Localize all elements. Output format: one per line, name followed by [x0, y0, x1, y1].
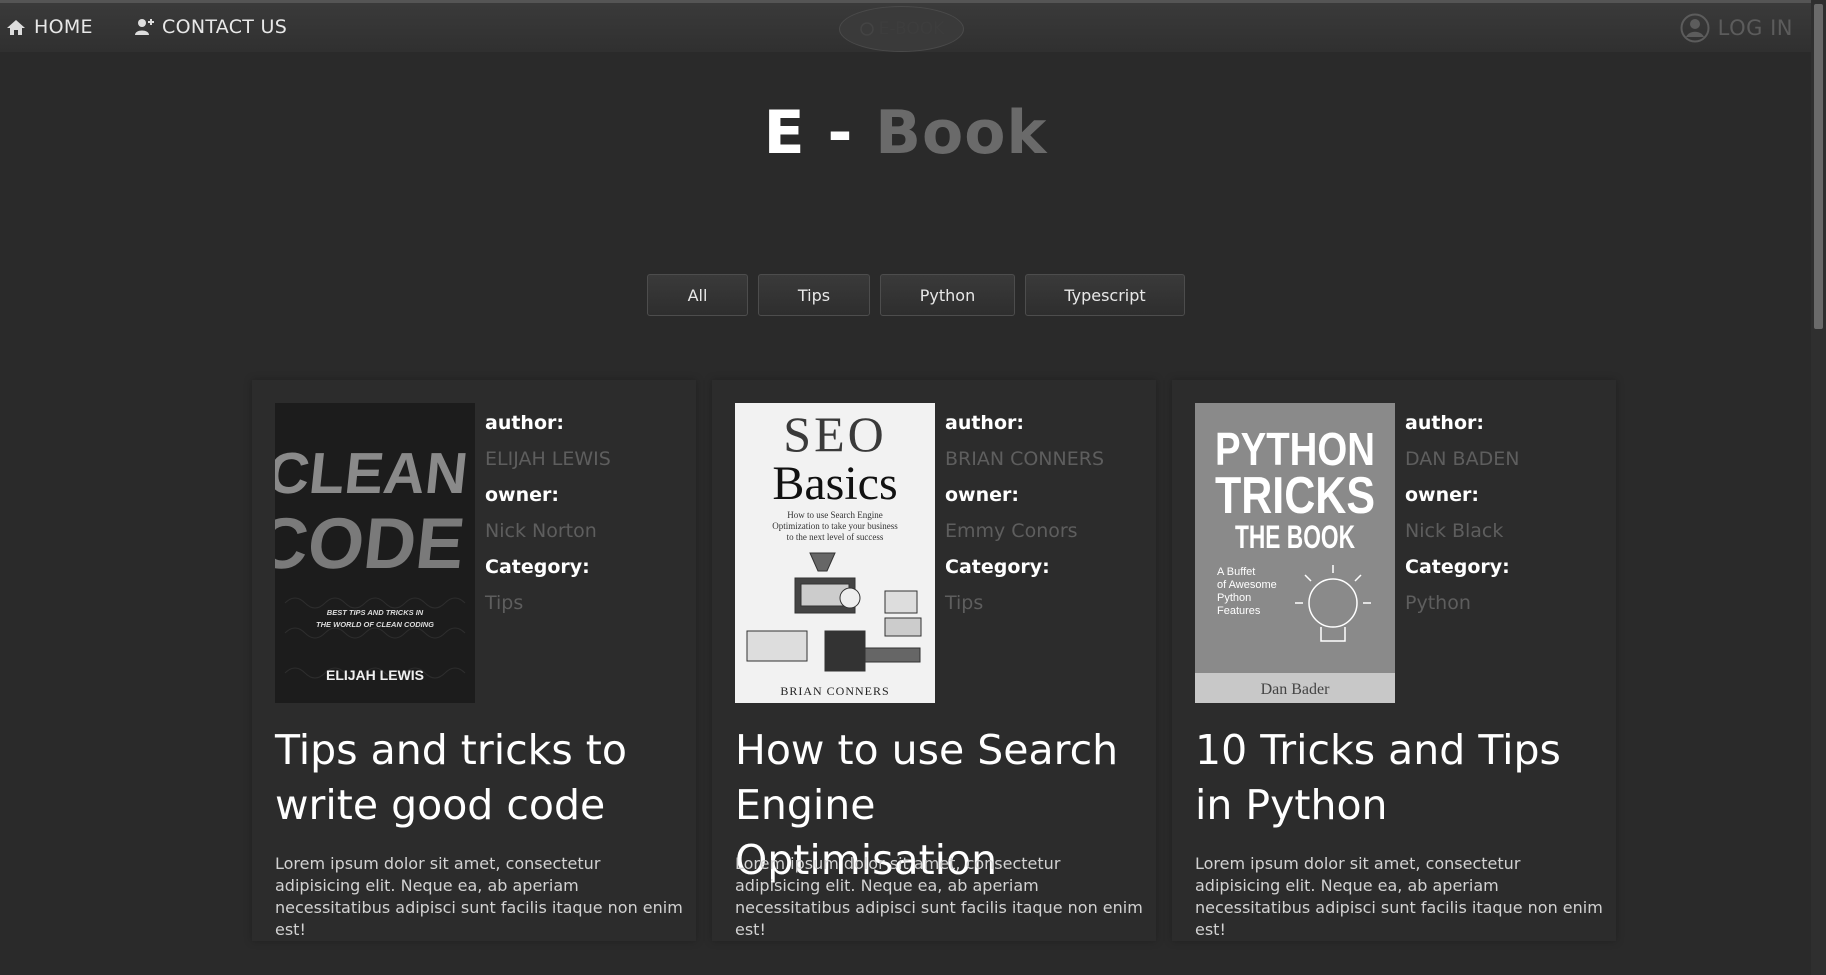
login-link[interactable]: LOG IN — [1680, 13, 1793, 43]
cover-title-line1: SEO — [783, 406, 886, 462]
cover-author: BRIAN CONNERS — [780, 684, 889, 698]
cover-tagline-4: Features — [1217, 605, 1261, 617]
owner-value: Nick Black — [1405, 520, 1504, 542]
author-value: DAN BADEN — [1405, 448, 1520, 470]
book-title[interactable]: 10 Tricks and Tips in Python — [1195, 723, 1595, 833]
category-label: Category: — [945, 556, 1050, 578]
cover-tagline-2: THE WORLD OF CLEAN CODING — [316, 620, 434, 629]
book-meta: author: DAN BADEN owner: Nick Black Cate… — [1405, 410, 1605, 626]
title-e: E — [763, 98, 806, 168]
cover-tagline-3: to the next level of success — [787, 532, 884, 542]
cover-tagline-3: Python — [1217, 592, 1251, 604]
cover-tagline-1: How to use Search Engine — [787, 510, 882, 520]
nav-home-link[interactable]: HOME — [6, 16, 93, 38]
author-label: author: — [1405, 412, 1484, 434]
cover-title-line1: CLEAN — [275, 441, 471, 506]
filter-all-button[interactable]: All — [647, 274, 748, 316]
filter-typescript-button[interactable]: Typescript — [1025, 274, 1185, 316]
owner-label: owner: — [945, 484, 1019, 506]
category-value: Python — [1405, 592, 1471, 614]
add-user-icon — [135, 19, 154, 35]
book-card[interactable]: PYTHON TRICKS THE BOOK A Buffet of Aweso… — [1172, 380, 1616, 941]
filter-tips-button[interactable]: Tips — [758, 274, 870, 316]
cover-author: Dan Bader — [1261, 681, 1331, 698]
owner-label: owner: — [485, 484, 559, 506]
page-scrollbar[interactable] — [1811, 0, 1826, 975]
book-cover-image: SEO Basics How to use Search Engine Opti… — [735, 403, 935, 703]
category-label: Category: — [485, 556, 590, 578]
author-label: author: — [945, 412, 1024, 434]
book-icon — [859, 22, 874, 36]
home-icon — [7, 20, 25, 35]
brand-logo[interactable]: E-BOOK — [839, 6, 964, 52]
book-description: Lorem ipsum dolor sit amet, consectetur … — [735, 854, 1143, 939]
book-description: Lorem ipsum dolor sit amet, consectetur … — [1195, 854, 1603, 939]
book-card[interactable]: SEO Basics How to use Search Engine Opti… — [712, 380, 1156, 941]
title-book: Book — [875, 98, 1048, 168]
cover-title-line3: THE BOOK — [1235, 519, 1355, 555]
category-label: Category: — [1405, 556, 1510, 578]
book-meta: author: ELIJAH LEWIS owner: Nick Norton … — [485, 410, 685, 626]
cover-title-line2: Basics — [772, 457, 897, 510]
cover-tagline-1: BEST TIPS AND TRICKS IN — [327, 608, 424, 617]
filter-python-button[interactable]: Python — [880, 274, 1015, 316]
book-title[interactable]: Tips and tricks to write good code — [275, 723, 675, 833]
book-cover-image: PYTHON TRICKS THE BOOK A Buffet of Aweso… — [1195, 403, 1395, 703]
nav-contact-link[interactable]: CONTACT US — [134, 16, 287, 38]
scrollbar-thumb[interactable] — [1814, 4, 1823, 329]
login-label: LOG IN — [1717, 16, 1793, 40]
book-description: Lorem ipsum dolor sit amet, consectetur … — [275, 854, 683, 939]
top-navbar: HOME CONTACT US E-BOOK LOG IN — [0, 0, 1811, 52]
cover-title-line2: TRICKS — [1215, 467, 1375, 525]
category-value: Tips — [945, 592, 984, 614]
category-value: Tips — [485, 592, 524, 614]
title-dash: - — [827, 98, 854, 168]
cover-tagline-2: of Awesome — [1217, 579, 1277, 591]
page-title: E - Book — [0, 98, 1811, 168]
author-value: BRIAN CONNERS — [945, 448, 1105, 470]
cover-title-line2: CODE — [275, 504, 468, 584]
owner-label: owner: — [1405, 484, 1479, 506]
cover-author: ELIJAH LEWIS — [326, 667, 424, 683]
book-card[interactable]: CLEAN CODE BEST TIPS AND TRICKS IN THE W… — [252, 380, 696, 941]
brand-label: E-BOOK — [878, 19, 945, 39]
cover-tagline-2: Optimization to take your business — [772, 521, 898, 531]
author-label: author: — [485, 412, 564, 434]
author-value: ELIJAH LEWIS — [485, 448, 611, 470]
book-meta: author: BRIAN CONNERS owner: Emmy Conors… — [945, 410, 1145, 626]
nav-home-label: HOME — [34, 16, 93, 38]
nav-contact-label: CONTACT US — [162, 16, 288, 38]
category-filters: All Tips Python Typescript — [647, 274, 1185, 316]
book-cover-image: CLEAN CODE BEST TIPS AND TRICKS IN THE W… — [275, 403, 475, 703]
user-avatar-icon — [1680, 13, 1710, 43]
cover-tagline-1: A Buffet — [1217, 566, 1255, 578]
owner-value: Nick Norton — [485, 520, 597, 542]
owner-value: Emmy Conors — [945, 520, 1078, 542]
